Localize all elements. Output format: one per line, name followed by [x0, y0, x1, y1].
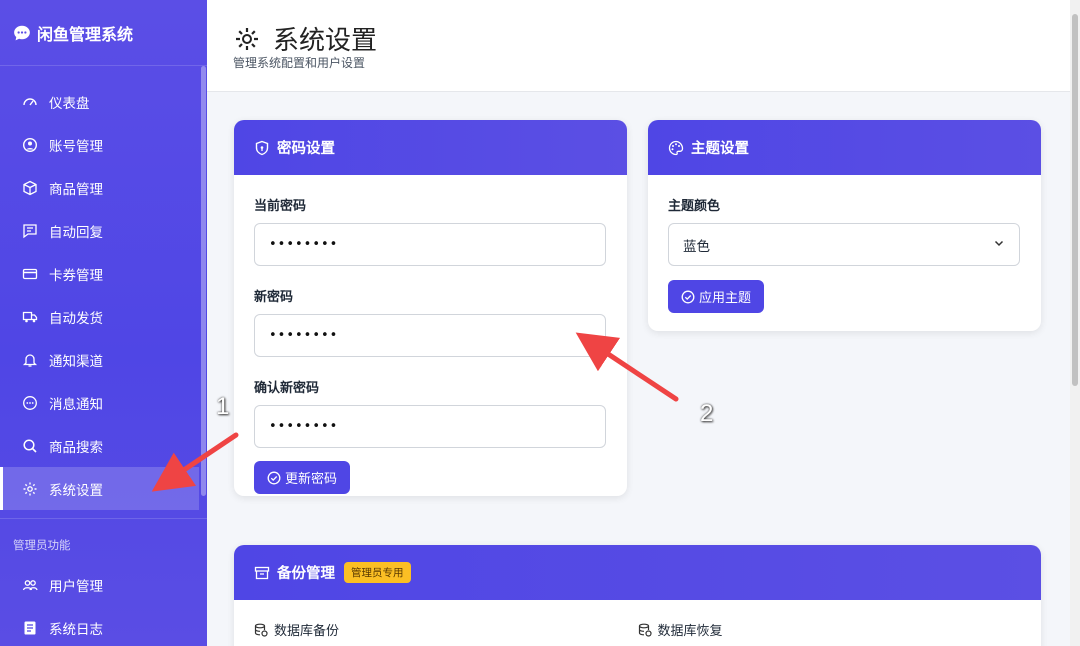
- sidebar-item-label: 消息通知: [49, 396, 103, 413]
- sidebar-item-label: 商品搜索: [49, 439, 103, 456]
- theme-color-select[interactable]: 蓝色: [668, 223, 1020, 266]
- theme-color-label: 主题颜色: [668, 199, 721, 214]
- palette-icon: [668, 140, 684, 156]
- sidebar-item-accounts[interactable]: 账号管理: [0, 123, 207, 166]
- brand-name: 闲鱼管理系统: [37, 24, 134, 44]
- sidebar-scrollbar[interactable]: [201, 66, 206, 496]
- password-settings-card: 密码设置 当前密码 •••••••• 新密码 •••••••• 确认新密码 ••…: [234, 120, 627, 496]
- theme-card-header: 主题设置: [648, 120, 1041, 175]
- sidebar-item-label: 仪表盘: [49, 95, 90, 112]
- gear-icon: [22, 481, 38, 497]
- theme-settings-card: 主题设置 主题颜色 蓝色 应用主题: [648, 120, 1041, 331]
- sidebar-item-label: 用户管理: [49, 578, 103, 595]
- gear-icon: [233, 25, 261, 53]
- chat-bubble-icon: [14, 25, 30, 40]
- sidebar-item-dashboard[interactable]: 仪表盘: [0, 80, 207, 123]
- page-title-text: 系统设置: [273, 26, 378, 56]
- confirm-password-label: 确认新密码: [254, 381, 320, 396]
- sidebar-item-label: 自动回复: [49, 224, 103, 241]
- check-circle-icon: [267, 471, 281, 485]
- bell-icon: [22, 352, 38, 368]
- sidebar-item-label: 通知渠道: [49, 353, 103, 370]
- log-icon: [22, 620, 38, 636]
- database-backup-section: 数据库备份: [254, 620, 638, 639]
- brand[interactable]: 闲鱼管理系统: [0, 0, 207, 66]
- sidebar-item-label: 系统日志: [49, 621, 103, 638]
- admin-only-badge: 管理员专用: [344, 562, 411, 583]
- sidebar-item-label: 系统设置: [49, 482, 103, 499]
- annotation-number-1: 1: [216, 393, 230, 420]
- message-icon: [22, 223, 38, 239]
- sidebar-item-label: 商品管理: [49, 181, 103, 198]
- sidebar-item-logs[interactable]: 系统日志: [0, 606, 207, 646]
- user-circle-icon: [22, 137, 38, 153]
- sidebar-item-settings[interactable]: 系统设置: [0, 467, 199, 510]
- new-password-label: 新密码: [254, 290, 294, 305]
- sidebar-item-auto-reply[interactable]: 自动回复: [0, 209, 207, 252]
- theme-color-selected: 蓝色: [683, 238, 710, 255]
- sidebar-item-users[interactable]: 用户管理: [0, 563, 207, 606]
- shield-icon: [254, 140, 270, 156]
- sidebar-item-messages[interactable]: 消息通知: [0, 381, 207, 424]
- page-scrollbar-thumb[interactable]: [1072, 14, 1078, 386]
- admin-section-heading: 管理员功能: [0, 518, 207, 563]
- annotation-number-2: 2: [700, 400, 714, 427]
- confirm-password-input[interactable]: ••••••••: [254, 405, 606, 448]
- users-icon: [22, 577, 38, 593]
- sidebar-item-notify-channels[interactable]: 通知渠道: [0, 338, 207, 381]
- page-scrollbar[interactable]: [1070, 0, 1080, 646]
- backup-management-card: 备份管理 管理员专用 数据库备份 数据库恢复: [234, 545, 1041, 646]
- backup-card-header: 备份管理 管理员专用: [234, 545, 1041, 600]
- page-header: 系统设置 管理系统配置和用户设置: [207, 0, 1070, 92]
- current-password-label: 当前密码: [254, 199, 307, 214]
- box-icon: [22, 180, 38, 196]
- database-backup-label: 数据库备份: [274, 624, 340, 639]
- theme-card-title: 主题设置: [691, 141, 749, 157]
- update-password-label: 更新密码: [285, 472, 338, 487]
- sidebar-item-coupons[interactable]: 卡券管理: [0, 252, 207, 295]
- chat-dots-icon: [22, 395, 38, 411]
- card-icon: [22, 266, 38, 282]
- check-circle-icon: [681, 290, 695, 304]
- sidebar-nav: 仪表盘 账号管理 商品管理 自动回复 卡券管理 自动发货 通知渠道 消息通知 商…: [0, 66, 207, 646]
- chevron-down-icon: [993, 237, 1005, 253]
- search-icon: [22, 438, 38, 454]
- database-icon: [254, 623, 268, 637]
- gauge-icon: [22, 94, 38, 110]
- apply-theme-button[interactable]: 应用主题: [668, 280, 765, 313]
- database-restore-section: 数据库恢复: [638, 620, 1022, 639]
- database-icon: [638, 623, 652, 637]
- sidebar-item-label: 卡券管理: [49, 267, 103, 284]
- sidebar-item-products[interactable]: 商品管理: [0, 166, 207, 209]
- sidebar: 闲鱼管理系统 仪表盘 账号管理 商品管理 自动回复 卡券管理 自动发货 通知渠道…: [0, 0, 207, 646]
- apply-theme-label: 应用主题: [699, 291, 752, 306]
- page-title: 系统设置: [233, 20, 377, 57]
- password-card-title: 密码设置: [277, 141, 335, 157]
- archive-icon: [254, 565, 270, 581]
- current-password-input[interactable]: ••••••••: [254, 223, 606, 266]
- new-password-input[interactable]: ••••••••: [254, 314, 606, 357]
- password-card-header: 密码设置: [234, 120, 627, 175]
- update-password-button[interactable]: 更新密码: [254, 461, 351, 494]
- database-restore-label: 数据库恢复: [657, 624, 723, 639]
- backup-card-title: 备份管理: [277, 566, 335, 582]
- truck-icon: [22, 309, 38, 325]
- page-subtitle: 管理系统配置和用户设置: [233, 56, 366, 70]
- sidebar-item-label: 自动发货: [49, 310, 103, 327]
- sidebar-item-product-search[interactable]: 商品搜索: [0, 424, 207, 467]
- sidebar-item-auto-delivery[interactable]: 自动发货: [0, 295, 207, 338]
- sidebar-item-label: 账号管理: [49, 138, 103, 155]
